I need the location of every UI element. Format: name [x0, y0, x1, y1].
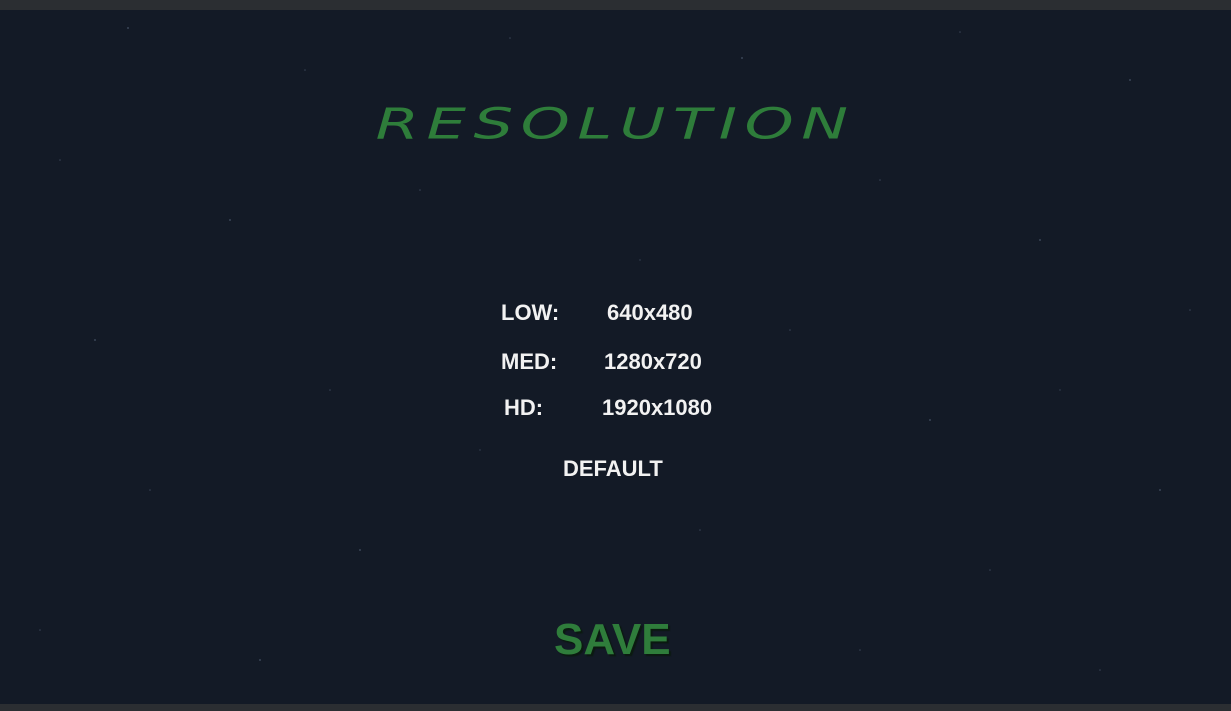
option-label: HD:: [504, 395, 544, 420]
option-label: MED:: [501, 349, 558, 374]
game-screen: RESOLUTION LOW: 640x480 MED: 1280x720 HD…: [0, 10, 1231, 704]
window-bottom-bar: [0, 704, 1231, 711]
screen-title: RESOLUTION: [375, 99, 856, 149]
option-value: 1920x1080: [602, 395, 713, 420]
option-value: 640x480: [607, 300, 693, 325]
window-top-bar: [0, 0, 1231, 10]
default-button[interactable]: DEFAULT: [563, 456, 663, 482]
save-button[interactable]: SAVE: [554, 614, 671, 666]
option-value: 1280x720: [604, 349, 702, 374]
option-label: LOW:: [501, 300, 560, 325]
